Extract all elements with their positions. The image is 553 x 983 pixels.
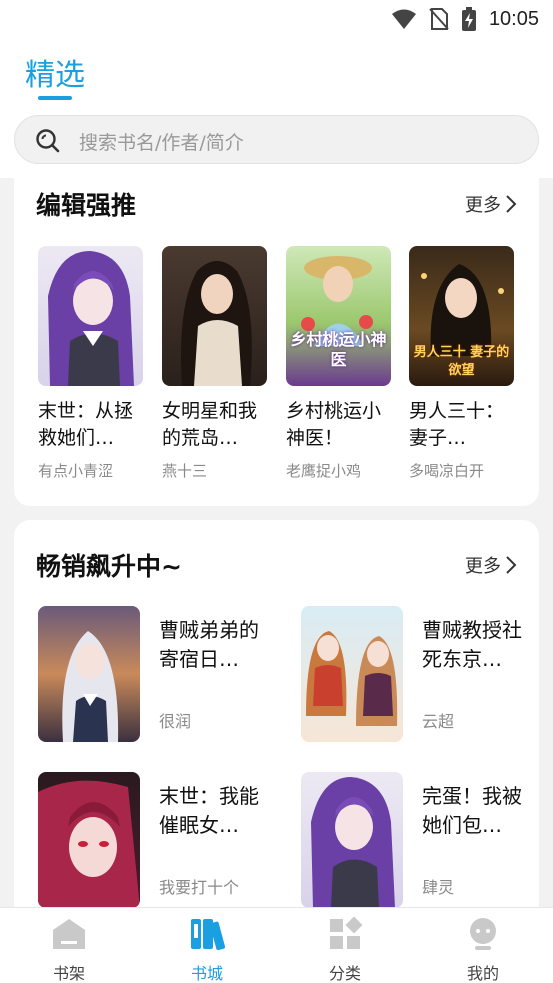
- category-icon: [330, 916, 363, 949]
- book-author: 有点小青涩: [38, 462, 114, 480]
- book-cover[interactable]: [38, 772, 140, 908]
- book-author: 燕十三: [162, 462, 208, 480]
- tab-featured[interactable]: 精选: [25, 50, 85, 94]
- status-bar: 10:05: [0, 0, 553, 38]
- cover-title: 乡村桃运小神医: [290, 330, 387, 369]
- nav-item-profile[interactable]: 我的: [443, 916, 523, 983]
- book-title: 末世：从拯救她们…: [38, 400, 134, 449]
- nav-label: 分类: [328, 964, 361, 983]
- book-cover[interactable]: [38, 606, 140, 742]
- chevron-right-icon: [506, 556, 517, 574]
- book-author: 很润: [159, 712, 192, 731]
- nav-item-bookstore[interactable]: 书城: [167, 916, 247, 983]
- nav-item-bookshelf[interactable]: 书架: [29, 916, 109, 983]
- book-cover[interactable]: [301, 606, 403, 742]
- nav-label: 我的: [466, 964, 499, 983]
- book-card[interactable]: 乡村桃运小神医 乡村桃运小神医！ 老鹰捉小鸡: [286, 246, 391, 481]
- book-cover[interactable]: 男人三十 妻子的欲望: [409, 246, 514, 386]
- book-title: 末世：我能催眠女…: [159, 784, 259, 837]
- more-label: 更多: [465, 556, 501, 577]
- header: 精选 搜索书名/作者/简介: [0, 38, 553, 178]
- search-placeholder: 搜索书名/作者/简介: [79, 132, 244, 154]
- book-card[interactable]: 末世：从拯救她们… 有点小青涩: [38, 246, 143, 481]
- bottom-nav: 书架 书城 分类 我的: [0, 907, 553, 983]
- book-author: 我要打十个: [159, 878, 240, 897]
- status-icons: 10:05: [391, 6, 539, 32]
- wifi-icon: [391, 9, 416, 29]
- profile-icon: [470, 918, 496, 950]
- more-button[interactable]: 更多: [465, 552, 517, 578]
- book-title: 曹贼弟弟的寄宿日…: [159, 618, 259, 671]
- book-title: 曹贼教授社死东京…: [422, 618, 522, 671]
- more-label: 更多: [465, 195, 501, 216]
- tab-indicator: [38, 96, 72, 100]
- no-sim-icon: [429, 8, 449, 30]
- book-cover[interactable]: [162, 246, 267, 386]
- book-cover[interactable]: [38, 246, 143, 386]
- editor-picks-section: 编辑强推 更多 末世：从拯救她们… 有点小青涩 女明星和我的荒岛… 燕十三 乡村…: [14, 178, 539, 506]
- book-author: 老鹰捉小鸡: [286, 462, 362, 480]
- cover-title: 男人三十 妻子的欲望: [413, 345, 510, 378]
- battery-charging-icon: [461, 7, 476, 31]
- book-author: 肆灵: [422, 878, 455, 897]
- book-card[interactable]: 女明星和我的荒岛… 燕十三: [162, 246, 267, 481]
- section-title: 畅销飙升中~: [36, 552, 182, 581]
- status-time: 10:05: [488, 7, 539, 30]
- bestsellers-section: 畅销飙升中~ 更多 曹贼弟弟的寄宿日… 很润 曹贼教授社死东京… 云超 末世：我…: [14, 520, 539, 920]
- chevron-right-icon: [506, 195, 517, 213]
- search-icon: [36, 129, 60, 153]
- book-card[interactable]: 完蛋！我被她们包… 肆灵: [301, 772, 541, 908]
- book-title: 男人三十：妻子…: [409, 400, 505, 449]
- section-title: 编辑强推: [36, 191, 137, 220]
- book-title: 完蛋！我被她们包…: [422, 784, 522, 837]
- bookshelf-icon: [53, 919, 85, 949]
- more-button[interactable]: 更多: [465, 191, 517, 217]
- nav-label: 书城: [190, 964, 223, 983]
- book-title: 乡村桃运小神医！: [286, 400, 382, 449]
- book-title: 女明星和我的荒岛…: [162, 400, 258, 449]
- nav-label: 书架: [52, 964, 85, 983]
- search-input[interactable]: 搜索书名/作者/简介: [14, 115, 539, 164]
- bookstore-icon: [191, 919, 226, 951]
- book-author: 云超: [422, 712, 455, 731]
- book-card[interactable]: 男人三十 妻子的欲望 男人三十：妻子… 多喝凉白开: [409, 246, 514, 481]
- book-author: 多喝凉白开: [409, 462, 485, 480]
- book-card[interactable]: 曹贼弟弟的寄宿日… 很润: [38, 606, 278, 742]
- book-card[interactable]: 曹贼教授社死东京… 云超: [301, 606, 541, 742]
- book-cover[interactable]: [301, 772, 403, 908]
- book-cover[interactable]: 乡村桃运小神医: [286, 246, 391, 386]
- nav-item-category[interactable]: 分类: [305, 916, 385, 983]
- book-card[interactable]: 末世：我能催眠女… 我要打十个: [38, 772, 278, 908]
